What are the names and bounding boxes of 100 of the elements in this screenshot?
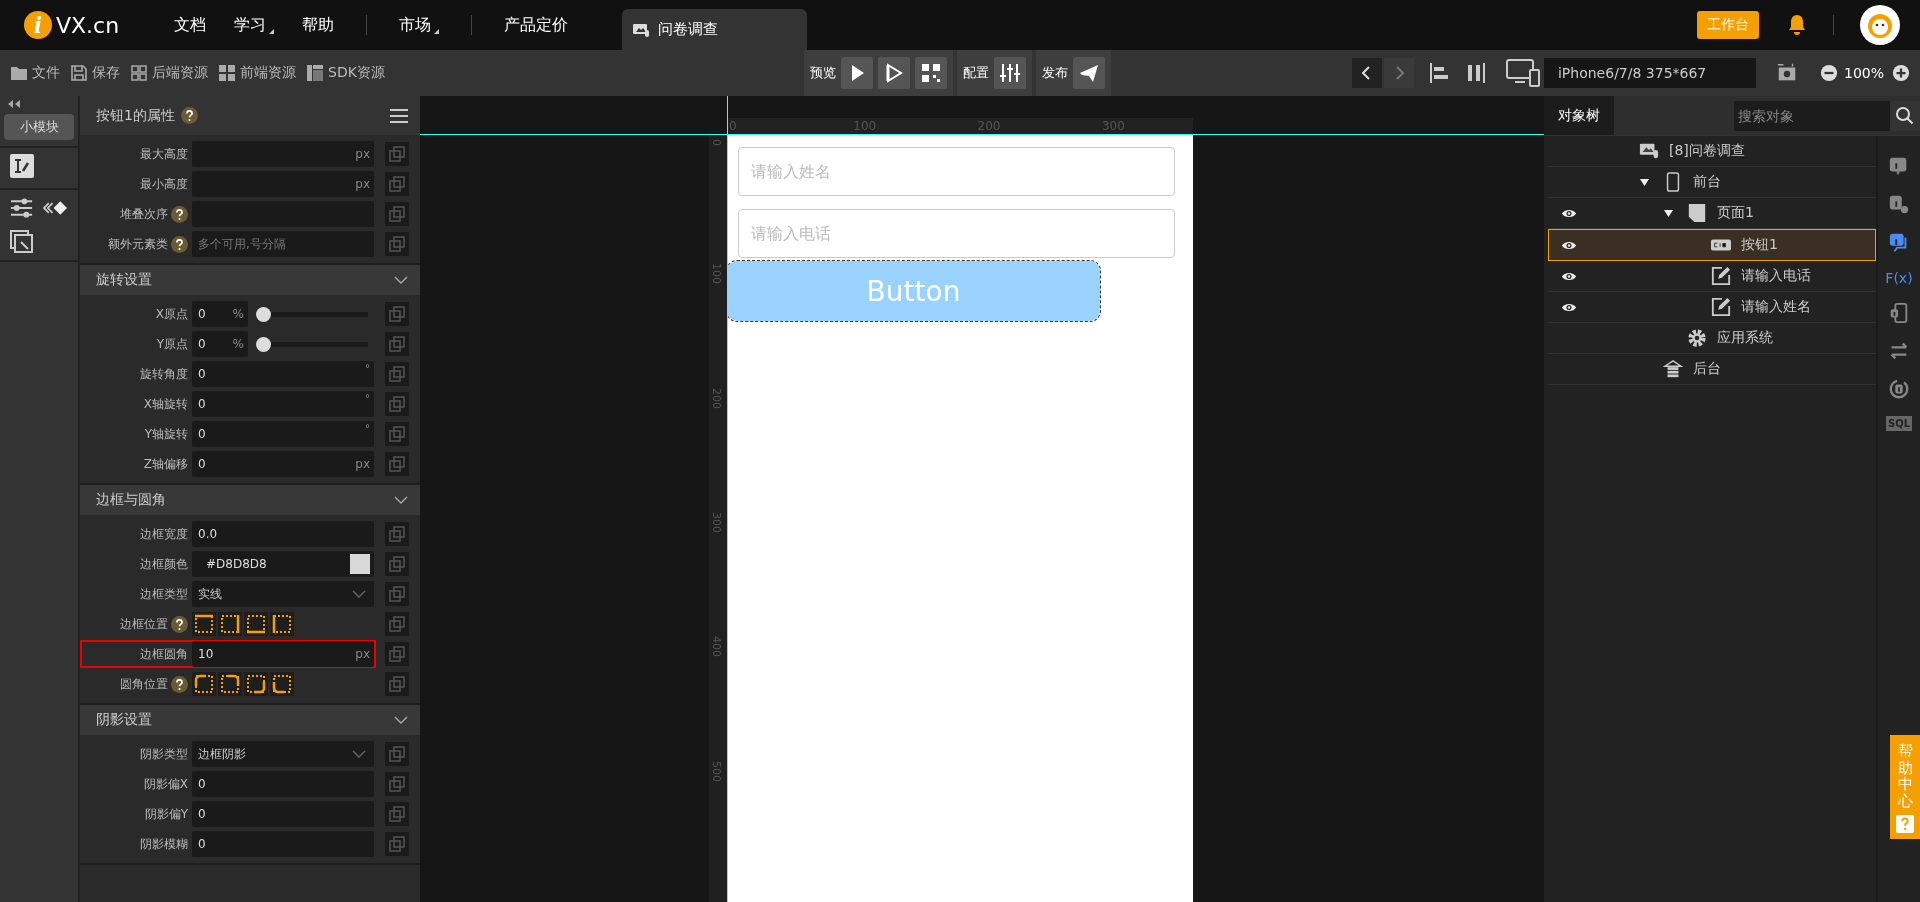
chevron-down-icon[interactable] bbox=[394, 496, 408, 504]
avatar-icon[interactable] bbox=[1860, 5, 1900, 45]
device-select[interactable]: iPhone6/7/8 375*667 bbox=[1543, 58, 1756, 88]
paper-plane-icon[interactable] bbox=[1073, 57, 1105, 89]
input-field[interactable]: px bbox=[192, 171, 374, 197]
field-label: 边框位置 bbox=[120, 615, 168, 633]
field-label: Y原点 bbox=[156, 335, 188, 353]
tree-item[interactable]: 应用系统 bbox=[1548, 323, 1876, 354]
qr-code-icon[interactable] bbox=[915, 57, 947, 89]
module-button[interactable]: 小模块 bbox=[4, 114, 74, 140]
field-label: X原点 bbox=[155, 305, 188, 323]
swap-arrows-icon[interactable] bbox=[1888, 340, 1910, 362]
help-icon[interactable] bbox=[171, 615, 188, 633]
devices-icon[interactable] bbox=[1505, 58, 1540, 88]
input-field[interactable]: 0 ° bbox=[192, 421, 374, 447]
border-side-icon[interactable] bbox=[192, 612, 216, 636]
toolbar-button[interactable]: 后端资源 bbox=[130, 64, 208, 82]
select-field[interactable]: 边框阴影 bbox=[192, 741, 374, 767]
tree-item[interactable]: 请输入姓名 bbox=[1548, 292, 1876, 323]
document-tab[interactable]: 问卷调查 bbox=[622, 9, 807, 50]
text-input[interactable]: 请输入电话 bbox=[738, 209, 1175, 258]
corner-radius-icon[interactable] bbox=[192, 672, 216, 696]
chevron-down-icon[interactable] bbox=[394, 716, 408, 724]
eye-icon[interactable] bbox=[1561, 239, 1577, 251]
nav-link[interactable]: 产品定价 bbox=[504, 14, 568, 36]
toolbar-button[interactable]: 文件 bbox=[10, 64, 60, 82]
input-field[interactable]: 0 bbox=[192, 801, 374, 827]
section-header[interactable]: 旋转设置 bbox=[80, 265, 420, 295]
section-header[interactable]: 阴影设置 bbox=[80, 705, 420, 735]
border-side-icon[interactable] bbox=[244, 612, 268, 636]
help-icon[interactable] bbox=[180, 107, 198, 124]
input-field[interactable]: 0 bbox=[192, 771, 374, 797]
input-field[interactable]: 0.0 bbox=[192, 521, 374, 547]
eye-icon[interactable] bbox=[1561, 301, 1577, 313]
color-field[interactable]: #D8D8D8 bbox=[192, 551, 374, 577]
info-gear-icon[interactable] bbox=[1888, 194, 1910, 216]
info-cycle-icon[interactable] bbox=[1888, 378, 1910, 400]
monitor-icon bbox=[632, 21, 650, 38]
toolbar-button[interactable]: SDK资源 bbox=[306, 64, 385, 82]
formula-tool[interactable]: F(x) bbox=[1885, 270, 1913, 286]
tree-item[interactable]: 后台 bbox=[1548, 354, 1876, 385]
border-side-icon[interactable] bbox=[218, 612, 242, 636]
tree-item[interactable]: [8]问卷调查 bbox=[1548, 136, 1876, 167]
eye-icon[interactable] bbox=[1561, 207, 1577, 219]
nav-link[interactable]: 市场 bbox=[399, 14, 439, 36]
color-swatch[interactable] bbox=[350, 554, 370, 574]
menu-icon[interactable] bbox=[390, 108, 408, 123]
slider-thumb[interactable] bbox=[256, 336, 271, 352]
text-edit-icon[interactable] bbox=[10, 154, 34, 178]
info-frame-icon[interactable] bbox=[1888, 302, 1910, 324]
tree-item[interactable]: 按钮1 bbox=[1548, 229, 1876, 261]
text-input[interactable]: 请输入姓名 bbox=[738, 147, 1175, 196]
toolbar-button[interactable]: 保存 bbox=[70, 64, 120, 82]
slider-thumb[interactable] bbox=[256, 306, 271, 322]
chevron-down-icon[interactable] bbox=[394, 276, 408, 284]
zoom-in-icon[interactable] bbox=[1892, 64, 1910, 82]
bell-icon[interactable] bbox=[1787, 14, 1807, 36]
corner-radius-icon[interactable] bbox=[218, 672, 242, 696]
border-side-icon[interactable] bbox=[270, 612, 294, 636]
nav-link[interactable]: 学习 bbox=[234, 14, 274, 36]
server-icon bbox=[1663, 359, 1683, 379]
input-field[interactable]: 0 bbox=[192, 831, 374, 857]
grid-icon bbox=[218, 64, 236, 82]
tree-item[interactable]: 前台 bbox=[1548, 167, 1876, 198]
input-field[interactable]: 0 % bbox=[192, 301, 248, 327]
toolbar-button[interactable]: 前端资源 bbox=[218, 64, 296, 82]
eye-icon[interactable] bbox=[1561, 270, 1577, 282]
nav-link[interactable]: 帮助 bbox=[302, 14, 334, 36]
input-field[interactable]: 0 px bbox=[192, 451, 374, 477]
group-label: 预览 bbox=[810, 64, 836, 82]
input-field[interactable]: 0 ° bbox=[192, 361, 374, 387]
select-field[interactable]: 实线 bbox=[192, 581, 374, 607]
input-field[interactable]: 0 ° bbox=[192, 391, 374, 417]
zoom-out-icon[interactable] bbox=[1819, 64, 1838, 82]
play-icon[interactable] bbox=[841, 57, 873, 89]
input-field[interactable]: px bbox=[192, 141, 374, 167]
play-outline-icon[interactable] bbox=[878, 57, 910, 89]
section-header[interactable]: 边框与圆角 bbox=[80, 485, 420, 515]
corner-radius-icon[interactable] bbox=[244, 672, 268, 696]
expand-arrow-icon[interactable] bbox=[1639, 177, 1650, 187]
nav-link[interactable]: 文档 bbox=[174, 14, 206, 36]
input-field[interactable]: 多个可用,号分隔 bbox=[192, 231, 374, 257]
tree-item[interactable]: 请输入电话 bbox=[1548, 261, 1876, 292]
diamond-arrows-icon[interactable] bbox=[43, 200, 68, 216]
section-title: 阴影设置 bbox=[96, 711, 152, 729]
corner-radius-icon[interactable] bbox=[270, 672, 294, 696]
input-field[interactable]: 0 % bbox=[192, 331, 248, 357]
sliders-icon[interactable] bbox=[994, 57, 1026, 89]
expand-arrow-icon[interactable] bbox=[1663, 208, 1674, 218]
help-icon[interactable] bbox=[171, 235, 188, 253]
input-field[interactable]: 10 px bbox=[192, 641, 374, 667]
chevron-down-icon bbox=[352, 750, 366, 758]
tree-tab[interactable]: 对象树 bbox=[1544, 96, 1614, 135]
group-label: 配置 bbox=[963, 64, 989, 82]
collapse-icon[interactable] bbox=[6, 100, 22, 108]
sliders-icon[interactable] bbox=[10, 196, 34, 220]
search-field[interactable]: 搜索对象 bbox=[1734, 100, 1890, 131]
frame-preview-icon[interactable] bbox=[10, 230, 34, 254]
help-icon[interactable] bbox=[171, 675, 188, 693]
help-icon[interactable] bbox=[171, 205, 188, 223]
